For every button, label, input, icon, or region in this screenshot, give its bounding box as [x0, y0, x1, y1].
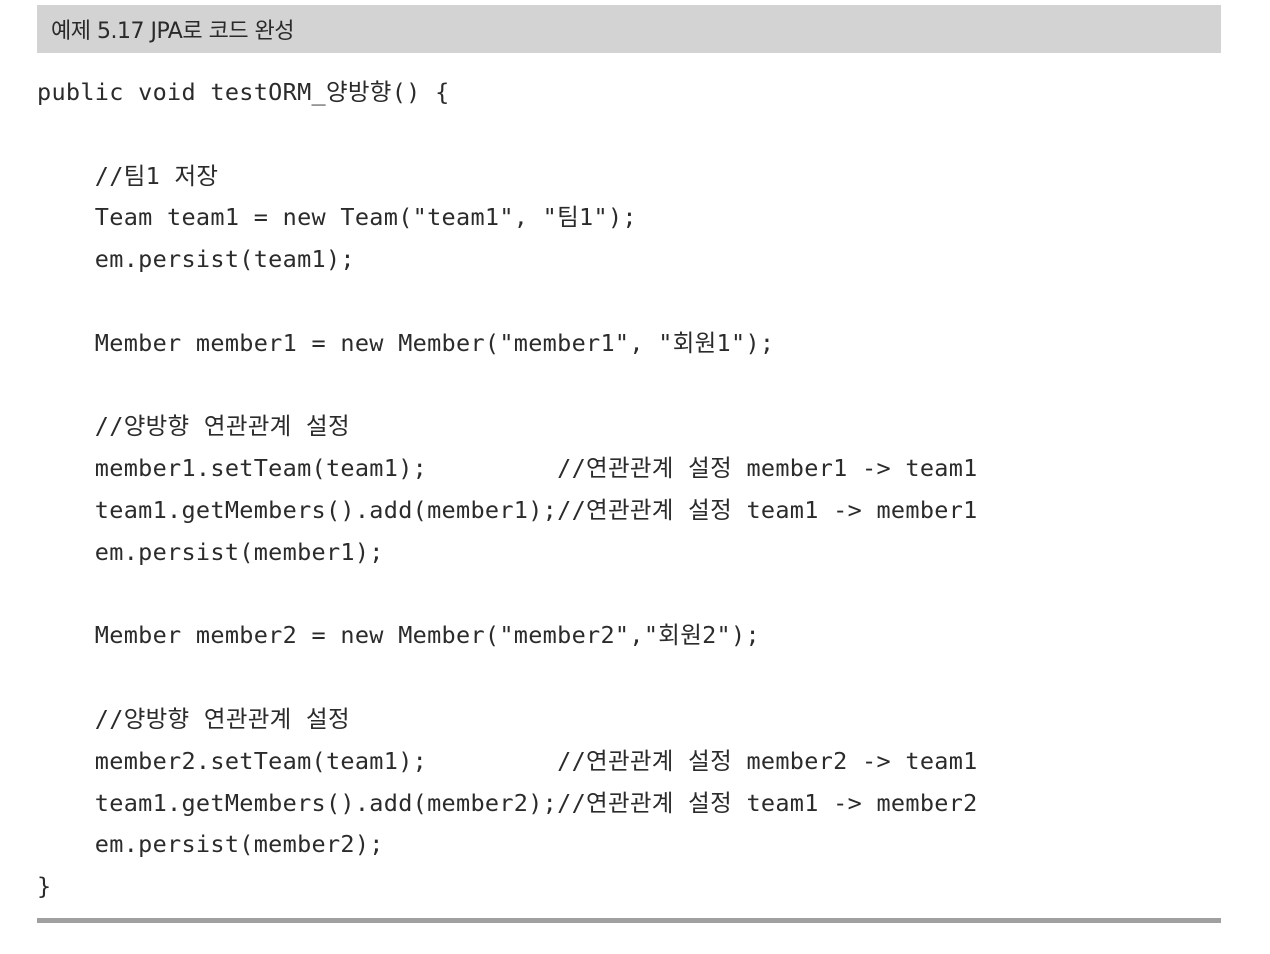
- code-block: public void testORM_양방향() { //팀1 저장 Team…: [37, 72, 1221, 908]
- code-line: //팀1 저장: [37, 161, 219, 190]
- code-line: public void testORM_양방향() {: [37, 78, 450, 106]
- code-line: member2.setTeam(team1); //연관관계 설정 member…: [37, 746, 978, 775]
- code-line: em.persist(member2);: [37, 830, 384, 859]
- code-line: }: [37, 872, 52, 901]
- code-line: Team team1 = new Team("team1", "팀1");: [37, 203, 637, 232]
- code-line: team1.getMembers().add(member1);//연관관계 설…: [37, 495, 978, 524]
- code-line: team1.getMembers().add(member2);//연관관계 설…: [37, 788, 978, 817]
- code-line: em.persist(team1);: [37, 245, 355, 274]
- code-line: //양방향 연관관계 설정: [37, 704, 350, 733]
- code-line: //양방향 연관관계 설정: [37, 412, 350, 441]
- code-line: em.persist(member1);: [37, 537, 384, 566]
- code-line: member1.setTeam(team1); //연관관계 설정 member…: [37, 454, 978, 483]
- code-line: Member member1 = new Member("member1", "…: [37, 328, 775, 357]
- listing-header: 예제 5.17 JPA로 코드 완성: [37, 5, 1221, 53]
- listing-title: 예제 5.17 JPA로 코드 완성: [51, 19, 295, 44]
- code-line: Member member2 = new Member("member2","회…: [37, 621, 760, 650]
- bottom-rule: [37, 918, 1221, 923]
